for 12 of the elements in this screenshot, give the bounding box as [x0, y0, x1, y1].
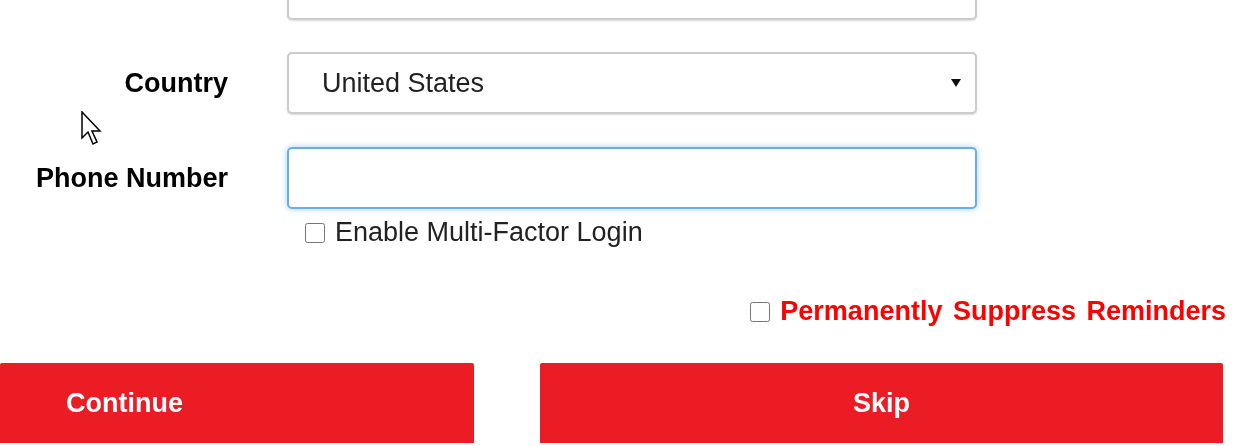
continue-button[interactable]: Continue — [0, 363, 474, 443]
phone-number-input[interactable] — [287, 147, 977, 209]
field-label: Country — [123, 67, 228, 99]
suppress-checkbox[interactable] — [750, 301, 771, 322]
dropdown-value: United States — [322, 67, 485, 99]
skip-button[interactable]: Skip — [540, 363, 1223, 443]
mfa-checkbox[interactable] — [305, 222, 325, 243]
field-label: Phone Number — [34, 162, 228, 194]
caret-icon — [951, 79, 961, 87]
checkbox-label: Permanently Suppress Reminders — [780, 296, 1226, 327]
country-dropdown[interactable]: United States — [287, 52, 977, 114]
checkbox-label: Enable Multi-Factor Login — [335, 217, 643, 248]
